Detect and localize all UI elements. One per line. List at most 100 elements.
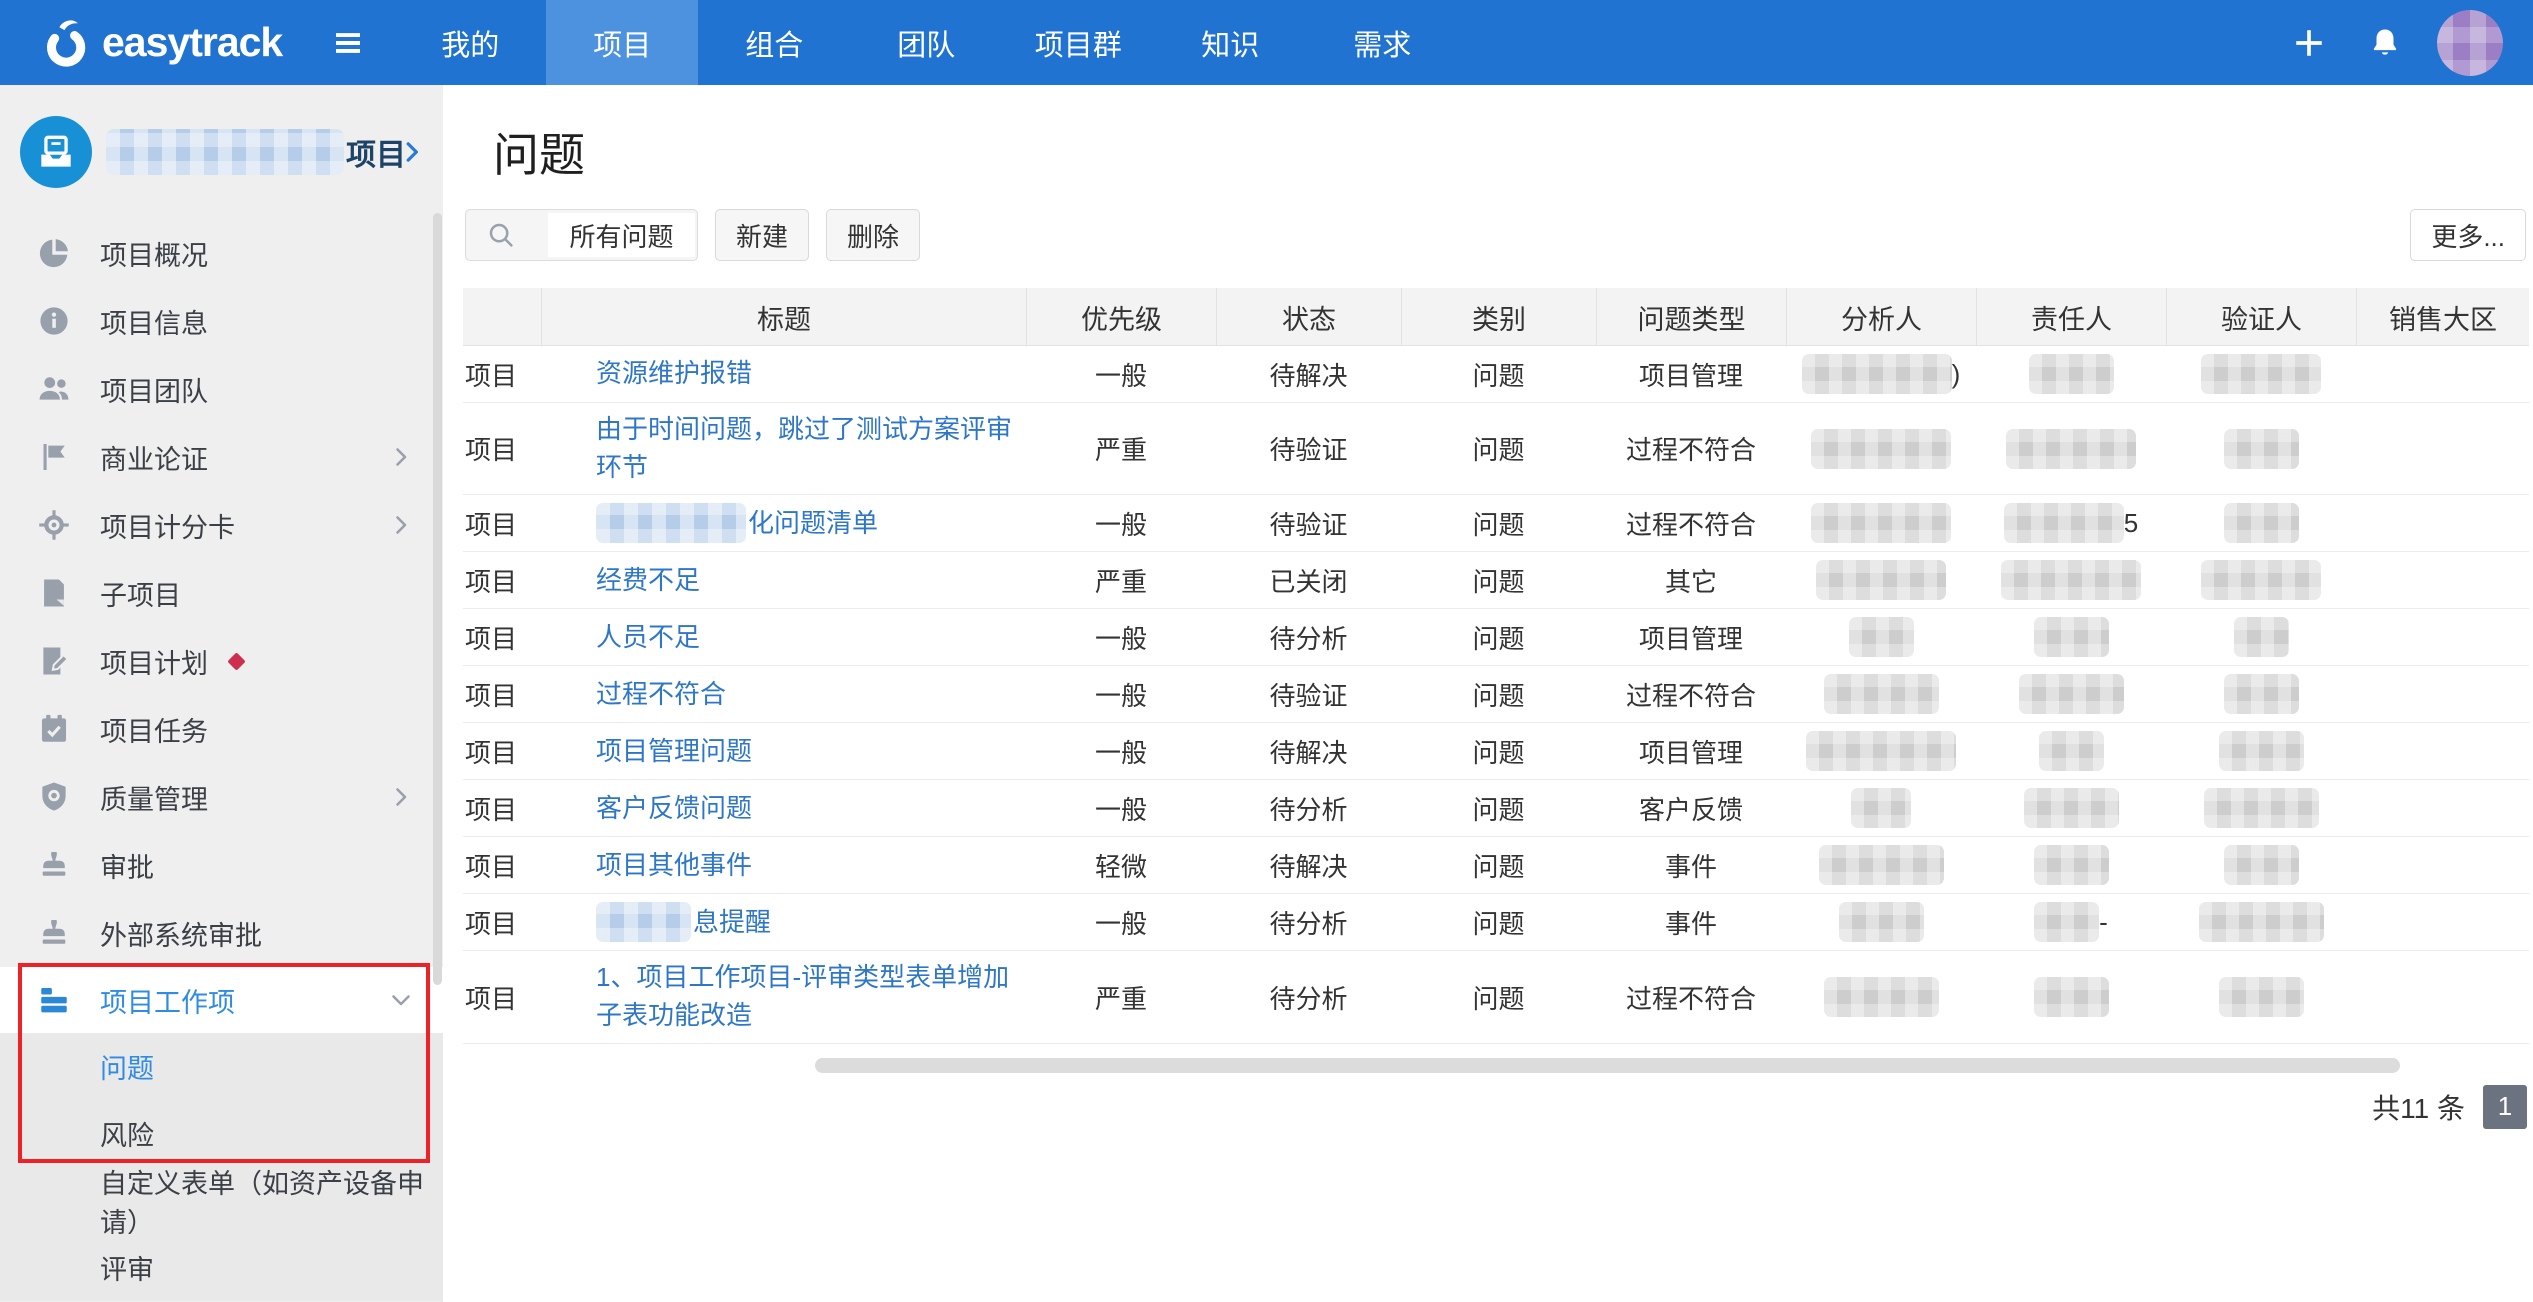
- search-icon[interactable]: [486, 220, 516, 250]
- sidebar-item-project-plan[interactable]: 项目计划: [0, 627, 443, 695]
- project-cell: 项目: [463, 733, 541, 770]
- new-button[interactable]: 新建: [715, 209, 809, 261]
- project-name: 项目: [106, 129, 406, 175]
- sidebar-item-risks[interactable]: 风险: [0, 1100, 443, 1167]
- redacted-text: [2219, 731, 2304, 771]
- issue-title-link[interactable]: 1、项目工作项目-评审类型表单增加子表功能改造: [596, 959, 1016, 1034]
- project-cell: 项目: [463, 904, 541, 941]
- redacted-text: [2219, 977, 2304, 1017]
- sidebar-item-custom-forms[interactable]: 自定义表单（如资产设备申请）: [0, 1167, 443, 1234]
- issue-type-cell: 项目管理: [1596, 733, 1786, 770]
- bell-icon[interactable]: [2363, 13, 2407, 73]
- sidebar-item-subprojects[interactable]: 子项目: [0, 559, 443, 627]
- issue-title-link[interactable]: 项目管理问题: [596, 733, 752, 771]
- brand-logo[interactable]: easytrack: [38, 16, 282, 70]
- nav-item-demand[interactable]: 需求: [1306, 0, 1458, 85]
- category-cell: 问题: [1401, 562, 1596, 599]
- category-cell: 问题: [1401, 505, 1596, 542]
- category-cell: 问题: [1401, 847, 1596, 884]
- user-avatar[interactable]: [2437, 10, 2503, 76]
- sidebar-item-approval[interactable]: 审批: [0, 831, 443, 899]
- nav-item-my[interactable]: 我的: [394, 0, 546, 85]
- person-cell: [1976, 788, 2166, 828]
- delete-button[interactable]: 删除: [826, 209, 920, 261]
- column-header-1: 标题: [541, 288, 1026, 346]
- priority-cell: 严重: [1026, 979, 1216, 1016]
- column-header-8: 验证人: [2166, 288, 2356, 346]
- sidebar-item-project-team[interactable]: 项目团队: [0, 355, 443, 423]
- project-switcher[interactable]: 项目: [0, 85, 443, 219]
- sidebar-item-project-tasks[interactable]: 项目任务: [0, 695, 443, 763]
- sidebar-item-external-approval[interactable]: 外部系统审批: [0, 899, 443, 967]
- redacted-text: [1851, 788, 1911, 828]
- issue-title-link[interactable]: 项目其他事件: [596, 847, 752, 885]
- nav-item-portfolio[interactable]: 组合: [698, 0, 850, 85]
- issue-title-link[interactable]: 客户反馈问题: [596, 790, 752, 828]
- issue-title-link[interactable]: 过程不符合: [596, 676, 726, 714]
- person-cell: [1786, 902, 1976, 942]
- sidebar-item-project-info[interactable]: 项目信息: [0, 287, 443, 355]
- redacted-text: [1839, 902, 1924, 942]
- issue-title-link[interactable]: 由于时间问题，跳过了测试方案评审环节: [596, 411, 1016, 486]
- shield-icon: [36, 779, 72, 815]
- person-cell: [1786, 731, 1976, 771]
- sidebar-item-label: 项目概况: [100, 234, 208, 273]
- project-cell: 项目: [463, 676, 541, 713]
- issue-type-cell: 过程不符合: [1596, 979, 1786, 1016]
- issue-title-link[interactable]: 息提醒: [693, 904, 771, 942]
- sidebar-item-issues[interactable]: 问题: [0, 1033, 443, 1100]
- nav-item-program[interactable]: 项目群: [1002, 0, 1154, 85]
- project-cell: 项目: [463, 979, 541, 1016]
- project-cell: 项目: [463, 430, 541, 467]
- issue-title-link[interactable]: 人员不足: [596, 619, 700, 657]
- nav-item-project[interactable]: 项目: [546, 0, 698, 85]
- sidebar-item-project-work-items[interactable]: 项目工作项: [0, 967, 443, 1033]
- issue-filter-group: [465, 209, 698, 261]
- project-cell: 项目: [463, 619, 541, 656]
- issue-title-link[interactable]: 资源维护报错: [596, 355, 752, 393]
- title-cell: 客户反馈问题: [541, 782, 1026, 836]
- sidebar-item-quality-management[interactable]: 质量管理: [0, 763, 443, 831]
- filter-input[interactable]: [548, 213, 695, 257]
- category-cell: 问题: [1401, 733, 1596, 770]
- sidebar-item-business-case[interactable]: 商业论证: [0, 423, 443, 491]
- redacted-text: [596, 902, 691, 942]
- sidebar-scrollbar[interactable]: [433, 213, 442, 985]
- person-cell: [1976, 429, 2166, 469]
- doc-icon: [36, 575, 72, 611]
- redacted-text: [2034, 902, 2099, 942]
- person-cell: [2166, 503, 2356, 543]
- issue-title-link[interactable]: 化问题清单: [748, 505, 878, 543]
- chevron-right-icon[interactable]: [399, 139, 425, 165]
- redacted-text: [2199, 902, 2324, 942]
- table-row: 项目1、项目工作项目-评审类型表单增加子表功能改造严重待分析问题过程不符合: [463, 951, 2529, 1043]
- more-button[interactable]: 更多...: [2410, 209, 2526, 261]
- redacted-text: [2006, 429, 2136, 469]
- person-cell: [1976, 354, 2166, 394]
- redacted-text: [2224, 503, 2299, 543]
- plus-icon[interactable]: [2287, 13, 2331, 73]
- sidebar-item-project-overview[interactable]: 项目概况: [0, 219, 443, 287]
- horizontal-scrollbar[interactable]: [815, 1058, 2400, 1073]
- sidebar-item-label: 子项目: [100, 574, 181, 613]
- person-cell-suffix: -: [2099, 907, 2108, 938]
- person-cell-suffix: 5: [2124, 508, 2138, 539]
- status-cell: 待解决: [1216, 733, 1401, 770]
- sidebar-item-review[interactable]: 评审: [0, 1234, 443, 1301]
- sidebar-item-label: 项目计分卡: [100, 506, 235, 545]
- sidebar-item-project-scorecard[interactable]: 项目计分卡: [0, 491, 443, 559]
- toolbar: 新建 删除 更多...: [465, 209, 2533, 261]
- menu-icon[interactable]: [328, 0, 368, 85]
- project-cell: 项目: [463, 356, 541, 393]
- issue-title-link[interactable]: 经费不足: [596, 562, 700, 600]
- table-row: 项目化问题清单一般待验证问题过程不符合5: [463, 495, 2529, 552]
- issues-table: 标题优先级状态类别问题类型分析人责任人验证人销售大区 项目资源维护报错一般待解决…: [463, 288, 2529, 1044]
- page-number-badge[interactable]: 1: [2483, 1085, 2527, 1129]
- plan-icon: [36, 643, 72, 679]
- table-header: 标题优先级状态类别问题类型分析人责任人验证人销售大区: [463, 288, 2529, 346]
- table-row: 项目经费不足严重已关闭问题其它: [463, 552, 2529, 609]
- nav-item-team[interactable]: 团队: [850, 0, 1002, 85]
- logo-mark-icon: [38, 16, 92, 70]
- nav-item-knowledge[interactable]: 知识: [1154, 0, 1306, 85]
- priority-cell: 严重: [1026, 562, 1216, 599]
